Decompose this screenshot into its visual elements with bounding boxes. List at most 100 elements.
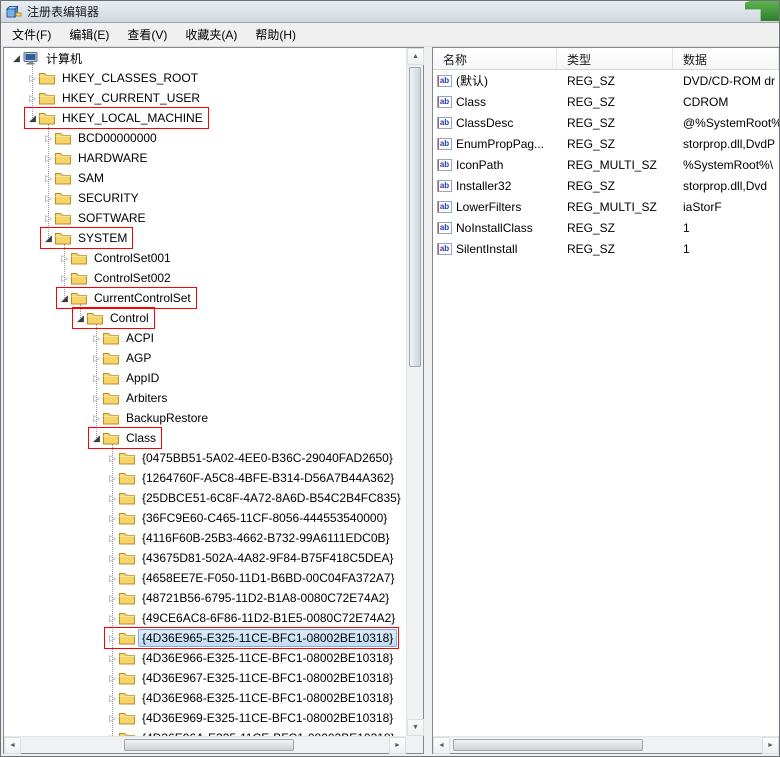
tree-item-label[interactable]: ControlSet002: [90, 269, 175, 287]
tree-item[interactable]: ▷ {25DBCE51-6C8F-4A72-8A6D-B54C2B4FC835}: [4, 488, 406, 508]
registry-value-row[interactable]: ab SilentInstall REG_SZ 1: [433, 238, 779, 259]
scroll-down-button[interactable]: ▼: [407, 719, 424, 736]
horizontal-scroll-thumb[interactable]: [124, 739, 294, 751]
title-bar[interactable]: 注册表编辑器: [1, 1, 779, 23]
registry-value-row[interactable]: ab EnumPropPag... REG_SZ storprop.dll,Dv…: [433, 133, 779, 154]
tree-item[interactable]: ▷ {36FC9E60-C465-11CF-8056-444553540000}: [4, 508, 406, 528]
expand-arrow-icon[interactable]: ▷: [42, 149, 55, 167]
tree-item[interactable]: ▷ {0475BB51-5A02-4EE0-B36C-29040FAD2650}: [4, 448, 406, 468]
tree-item[interactable]: ▷ ACPI: [4, 328, 406, 348]
tree-item[interactable]: ▷ AGP: [4, 348, 406, 368]
scroll-up-button[interactable]: ▲: [407, 48, 424, 65]
tree-item[interactable]: ◢ Class: [4, 428, 406, 448]
tree-item-label[interactable]: {4D36E967-E325-11CE-BFC1-08002BE10318}: [138, 669, 397, 687]
menu-item-edit[interactable]: 编辑(E): [60, 23, 118, 46]
horizontal-scroll-thumb[interactable]: [453, 739, 643, 751]
tree-item-label[interactable]: ACPI: [122, 329, 158, 347]
menu-item-view[interactable]: 查看(V): [118, 23, 176, 46]
tree-item-label[interactable]: SOFTWARE: [74, 209, 150, 227]
tree-item-label[interactable]: HKEY_LOCAL_MACHINE: [58, 109, 207, 127]
tree-item-label[interactable]: {43675D81-502A-4A82-9F84-B75F418C5DEA}: [138, 549, 398, 567]
expand-arrow-icon[interactable]: ▷: [106, 449, 119, 467]
scroll-left-button[interactable]: ◄: [433, 737, 450, 754]
tree-item[interactable]: ▷ AppID: [4, 368, 406, 388]
tree-item-label[interactable]: 计算机: [42, 48, 86, 69]
expand-arrow-icon[interactable]: ▷: [90, 409, 103, 427]
tree-item-label[interactable]: {4D36E965-E325-11CE-BFC1-08002BE10318}: [138, 629, 397, 647]
value-name[interactable]: Installer32: [456, 179, 511, 193]
tree-item-label[interactable]: BCD00000000: [74, 129, 161, 147]
tree-item-label[interactable]: SYSTEM: [74, 229, 131, 247]
tree-item-label[interactable]: {36FC9E60-C465-11CF-8056-444553540000}: [138, 509, 391, 527]
expand-arrow-icon[interactable]: ◢: [90, 429, 103, 447]
tree-item[interactable]: ▷ {4658EE7E-F050-11D1-B6BD-00C04FA372A7}: [4, 568, 406, 588]
tree-item[interactable]: ◢ SYSTEM: [4, 228, 406, 248]
tree-item[interactable]: ▷ {49CE6AC8-6F86-11D2-B1E5-0080C72E74A2}: [4, 608, 406, 628]
expand-arrow-icon[interactable]: ▷: [106, 629, 119, 647]
expand-arrow-icon[interactable]: ▷: [90, 349, 103, 367]
registry-value-row[interactable]: ab LowerFilters REG_MULTI_SZ iaStorF: [433, 196, 779, 217]
tree-item-label[interactable]: SECURITY: [74, 189, 143, 207]
tree-item[interactable]: ▷ BCD00000000: [4, 128, 406, 148]
tree-item[interactable]: ▷ SECURITY: [4, 188, 406, 208]
expand-arrow-icon[interactable]: ◢: [26, 109, 39, 127]
expand-arrow-icon[interactable]: ▷: [106, 729, 119, 736]
expand-arrow-icon[interactable]: ▷: [106, 709, 119, 727]
tree-item-label[interactable]: HARDWARE: [74, 149, 152, 167]
registry-value-row[interactable]: ab NoInstallClass REG_SZ 1: [433, 217, 779, 238]
tree-item[interactable]: ▷ HKEY_CLASSES_ROOT: [4, 68, 406, 88]
tree-item-label[interactable]: {25DBCE51-6C8F-4A72-8A6D-B54C2B4FC835}: [138, 489, 405, 507]
expand-arrow-icon[interactable]: ◢: [74, 309, 87, 327]
expand-arrow-icon[interactable]: ▷: [106, 469, 119, 487]
expand-arrow-icon[interactable]: ▷: [90, 329, 103, 347]
tree-item-label[interactable]: {4D36E968-E325-11CE-BFC1-08002BE10318}: [138, 689, 397, 707]
tree-item-label[interactable]: {4116F60B-25B3-4662-B732-99A6111EDC0B}: [138, 529, 394, 547]
vertical-scroll-thumb[interactable]: [409, 67, 421, 367]
registry-value-row[interactable]: ab ClassDesc REG_SZ @%SystemRoot%: [433, 112, 779, 133]
tree-item[interactable]: ◢ Control: [4, 308, 406, 328]
tree-item[interactable]: ▷ SOFTWARE: [4, 208, 406, 228]
tree-item[interactable]: ▷ HKEY_CURRENT_USER: [4, 88, 406, 108]
tree-item-label[interactable]: {1264760F-A5C8-4BFE-B314-D56A7B44A362}: [138, 469, 398, 487]
tree-item[interactable]: ▷ Arbiters: [4, 388, 406, 408]
tree-item-label[interactable]: Arbiters: [122, 389, 171, 407]
tree-item-label[interactable]: {0475BB51-5A02-4EE0-B36C-29040FAD2650}: [138, 449, 397, 467]
tree-item[interactable]: ▷ ControlSet002: [4, 268, 406, 288]
scroll-left-button[interactable]: ◄: [4, 737, 21, 754]
column-header-type[interactable]: 类型: [557, 48, 673, 69]
registry-value-row[interactable]: ab Class REG_SZ CDROM: [433, 91, 779, 112]
tree-item-label[interactable]: {4D36E96A-E325-11CE-BFC1-08002BE10318}: [138, 729, 399, 736]
tree-item-label[interactable]: HKEY_CLASSES_ROOT: [58, 69, 202, 87]
expand-arrow-icon[interactable]: ▷: [26, 89, 39, 107]
tree-item[interactable]: ◢ 计算机: [4, 48, 406, 68]
value-name[interactable]: SilentInstall: [456, 242, 517, 256]
registry-value-row[interactable]: ab Installer32 REG_SZ storprop.dll,Dvd: [433, 175, 779, 196]
tree-item-label[interactable]: AGP: [122, 349, 155, 367]
value-name[interactable]: EnumPropPag...: [456, 137, 544, 151]
tree-item-label[interactable]: SAM: [74, 169, 108, 187]
tree-item-label[interactable]: {4658EE7E-F050-11D1-B6BD-00C04FA372A7}: [138, 569, 399, 587]
expand-arrow-icon[interactable]: ▷: [106, 509, 119, 527]
expand-arrow-icon[interactable]: ▷: [58, 269, 71, 287]
expand-arrow-icon[interactable]: ▷: [106, 569, 119, 587]
value-name[interactable]: NoInstallClass: [456, 221, 533, 235]
tree-item[interactable]: ▷ {43675D81-502A-4A82-9F84-B75F418C5DEA}: [4, 548, 406, 568]
expand-arrow-icon[interactable]: ◢: [58, 289, 71, 307]
menu-item-file[interactable]: 文件(F): [3, 23, 60, 46]
tree-item[interactable]: ▷ {4D36E96A-E325-11CE-BFC1-08002BE10318}: [4, 728, 406, 736]
expand-arrow-icon[interactable]: ▷: [106, 589, 119, 607]
column-header-data[interactable]: 数据: [673, 48, 779, 69]
expand-arrow-icon[interactable]: ▷: [106, 609, 119, 627]
menu-item-help[interactable]: 帮助(H): [246, 23, 305, 46]
tree-item[interactable]: ▷ {4116F60B-25B3-4662-B732-99A6111EDC0B}: [4, 528, 406, 548]
tree-item[interactable]: ▷ {1264760F-A5C8-4BFE-B314-D56A7B44A362}: [4, 468, 406, 488]
tree-item-label[interactable]: {4D36E969-E325-11CE-BFC1-08002BE10318}: [138, 709, 397, 727]
scroll-right-button[interactable]: ►: [389, 737, 406, 754]
menu-item-favorites[interactable]: 收藏夹(A): [176, 23, 246, 46]
tree-item-label[interactable]: HKEY_CURRENT_USER: [58, 89, 204, 107]
expand-arrow-icon[interactable]: ▷: [42, 209, 55, 227]
tree-item[interactable]: ◢ HKEY_LOCAL_MACHINE: [4, 108, 406, 128]
expand-arrow-icon[interactable]: ▷: [106, 529, 119, 547]
expand-arrow-icon[interactable]: ▷: [106, 649, 119, 667]
expand-arrow-icon[interactable]: ▷: [58, 249, 71, 267]
